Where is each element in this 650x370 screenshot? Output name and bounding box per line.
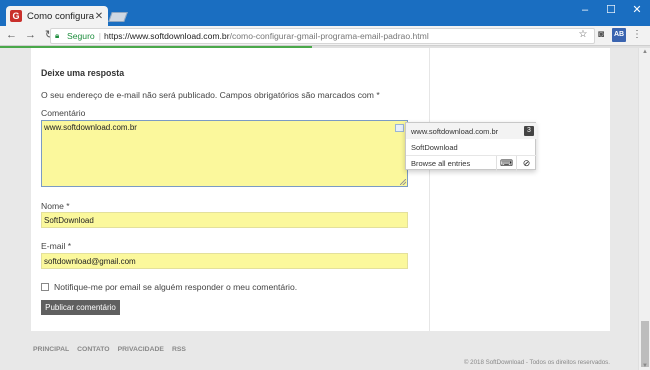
- page-viewport: Deixe uma resposta O seu endereço de e-m…: [0, 48, 638, 370]
- footer-link-privacidade[interactable]: PRIVACIDADE: [118, 346, 164, 353]
- autocomplete-item[interactable]: www.softdownload.com.br 3: [406, 123, 537, 139]
- camera-icon[interactable]: ◙: [594, 28, 608, 42]
- notify-label: Notifique-me por email se alguém respond…: [54, 282, 298, 292]
- scroll-up-icon[interactable]: ▲: [642, 49, 648, 55]
- content-area: Deixe uma resposta O seu endereço de e-m…: [31, 48, 610, 331]
- browser-tab[interactable]: G Como configurar o Gmai ✕: [6, 6, 108, 26]
- browse-all-label: Browse all entries: [411, 159, 471, 168]
- name-value: SoftDownload: [44, 216, 94, 225]
- name-field[interactable]: SoftDownload: [41, 212, 408, 228]
- star-icon[interactable]: ☆: [576, 28, 590, 42]
- required-note: O seu endereço de e-mail não será public…: [41, 90, 380, 100]
- back-arrow-icon[interactable]: ←: [4, 28, 19, 43]
- notify-row: Notifique-me por email se alguém respond…: [41, 282, 297, 292]
- sidebar-divider: [429, 48, 430, 331]
- separator: |: [98, 31, 101, 41]
- maximize-button[interactable]: ☐: [598, 0, 624, 20]
- email-label: E-mail *: [41, 241, 72, 251]
- menu-icon[interactable]: ⋮: [630, 28, 644, 42]
- close-window-button[interactable]: ✕: [624, 0, 650, 20]
- comment-value: www.softdownload.com.br: [44, 123, 137, 132]
- footer-link-principal[interactable]: PRINCIPAL: [33, 346, 69, 353]
- url-host: https://www.softdownload.com.br: [103, 31, 230, 41]
- name-label: Nome *: [41, 201, 70, 211]
- footer-link-rss[interactable]: RSS: [172, 346, 186, 353]
- autocomplete-dropdown: www.softdownload.com.br 3 SoftDownload B…: [405, 122, 537, 171]
- block-icon[interactable]: ⊘: [516, 156, 536, 171]
- favicon-icon: G: [10, 10, 22, 22]
- url-path: /como-configurar-gmail-programa-email-pa…: [229, 31, 429, 41]
- minimize-button[interactable]: –: [572, 0, 598, 20]
- email-field[interactable]: softdownload@gmail.com: [41, 253, 408, 269]
- copyright: © 2018 SoftDownload - Todos os direitos …: [463, 359, 610, 366]
- page-scrollbar[interactable]: ▲ ▼: [638, 48, 650, 370]
- tab-title: Como configurar o Gmai: [27, 10, 94, 22]
- extension-icon[interactable]: AB: [612, 28, 626, 42]
- footer-link-contato[interactable]: CONTATO: [77, 346, 109, 353]
- notify-checkbox[interactable]: [41, 283, 49, 291]
- new-tab-button[interactable]: [108, 12, 128, 22]
- scroll-thumb[interactable]: [641, 321, 649, 367]
- tab-close-icon[interactable]: ✕: [94, 11, 104, 22]
- scroll-down-icon[interactable]: ▼: [642, 363, 648, 369]
- lock-icon: 🔒︎: [55, 31, 60, 40]
- email-value: softdownload@gmail.com: [44, 257, 136, 266]
- toolbar-icons: ☆ ◙ AB ⋮: [572, 28, 644, 42]
- forward-arrow-icon[interactable]: →: [23, 28, 38, 43]
- submit-button[interactable]: Publicar comentário: [41, 300, 120, 315]
- browse-all-row[interactable]: Browse all entries ⌨ ⊘: [406, 155, 537, 171]
- resize-grip-icon[interactable]: [400, 179, 406, 185]
- title-bar: G Como configurar o Gmai ✕ – ☐ ✕: [0, 0, 650, 26]
- secure-label: Seguro: [67, 31, 95, 41]
- form-fill-icon[interactable]: [395, 124, 404, 132]
- autocomplete-item-text: SoftDownload: [411, 142, 458, 152]
- autocomplete-item-text: www.softdownload.com.br: [411, 126, 499, 136]
- comment-textarea[interactable]: www.softdownload.com.br: [41, 120, 408, 187]
- browser-toolbar: ← → ↻ 🔒︎ Seguro | https://www.softdownlo…: [0, 26, 650, 46]
- footer-links: PRINCIPAL CONTATO PRIVACIDADE RSS: [33, 346, 194, 353]
- autocomplete-item[interactable]: SoftDownload: [406, 139, 537, 155]
- keyboard-icon[interactable]: ⌨: [496, 156, 516, 171]
- window-controls: – ☐ ✕: [572, 0, 650, 20]
- comment-label: Comentário: [41, 108, 86, 118]
- reply-heading: Deixe uma resposta: [41, 68, 125, 78]
- entry-count-badge: 3: [524, 126, 534, 136]
- address-bar[interactable]: 🔒︎ Seguro | https://www.softdownload.com…: [50, 28, 595, 44]
